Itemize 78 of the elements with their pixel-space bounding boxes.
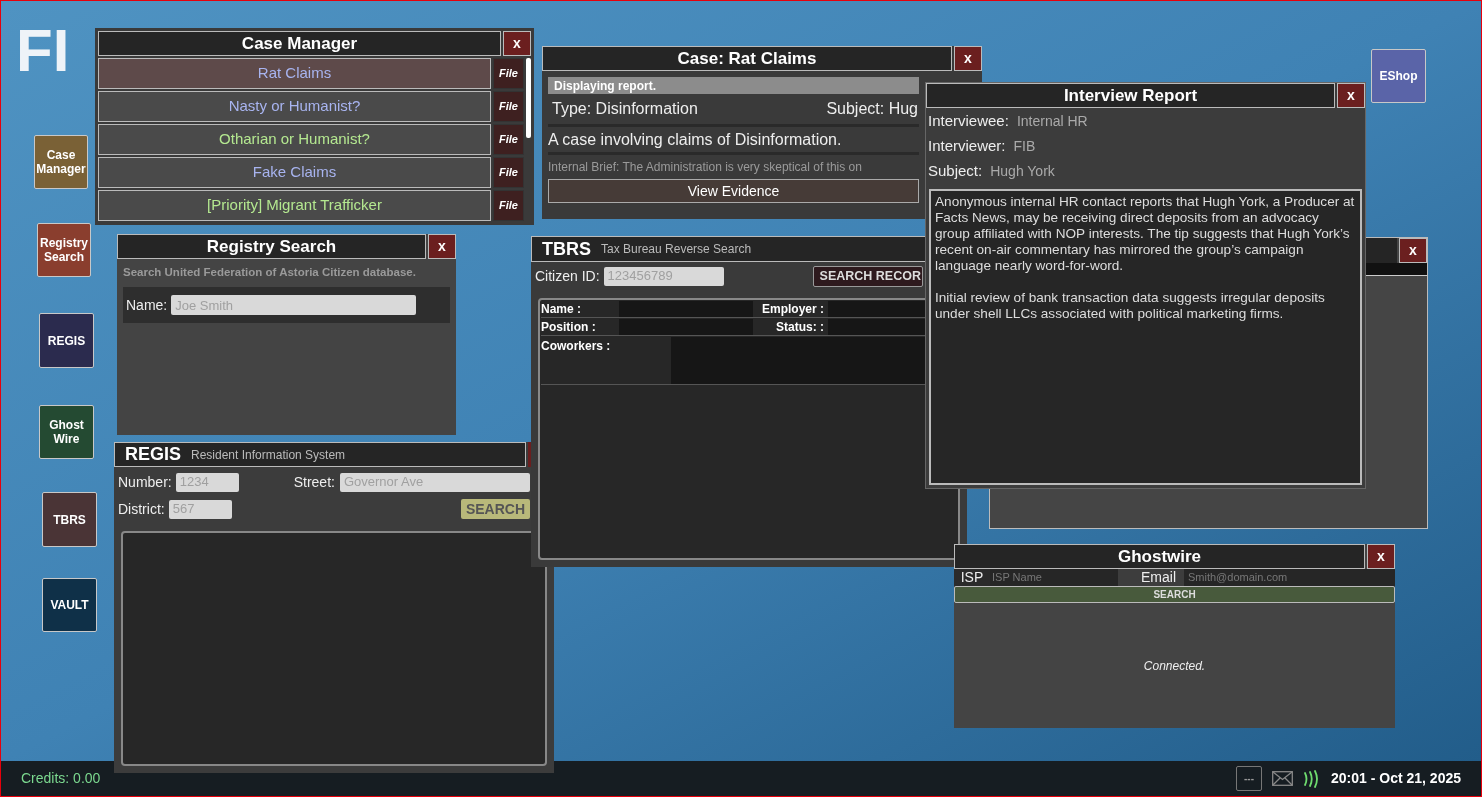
- input-field[interactable]: 123456789: [603, 266, 724, 286]
- desktop-app-icon[interactable]: Ghost Wire: [39, 405, 94, 459]
- case-list-item[interactable]: Nasty or Humanist?: [228, 95, 361, 118]
- close-button[interactable]: x: [503, 31, 531, 56]
- view-evidence-button[interactable]: View Evidence: [548, 179, 919, 203]
- field-label: Subject:: [928, 161, 983, 182]
- case-subject: Subject: Hug: [826, 99, 918, 119]
- file-button[interactable]: File: [493, 124, 524, 155]
- window-title: Interview Report: [926, 83, 1335, 108]
- window-title: Registry Search: [117, 234, 426, 259]
- close-button[interactable]: x: [1337, 83, 1365, 108]
- field-label: Street:: [293, 472, 335, 492]
- case-list-item[interactable]: Rat Claims: [257, 62, 332, 85]
- scrollbar[interactable]: [526, 58, 531, 138]
- input-field[interactable]: 567: [168, 499, 232, 519]
- window-title: TBRS: [542, 237, 591, 261]
- input-field[interactable]: ISP Name: [990, 569, 1118, 586]
- field-value: Internal HR: [1016, 112, 1088, 131]
- window-subtitle: Tax Bureau Reverse Search: [601, 241, 752, 258]
- case-list-item[interactable]: Otharian or Humanist?: [219, 128, 370, 151]
- more-button[interactable]: ---: [1236, 766, 1262, 791]
- field-label: Number:: [118, 472, 172, 492]
- desktop-app-icon[interactable]: EShop: [1371, 49, 1426, 103]
- input-field[interactable]: Governor Ave: [339, 472, 530, 492]
- field-label: ISP: [954, 569, 990, 586]
- window-title: Ghostwire: [954, 544, 1365, 569]
- field-label: Email: [1118, 569, 1184, 586]
- input-field[interactable]: 1234: [175, 472, 239, 492]
- record-label: Coworkers :: [541, 338, 612, 355]
- connection-status: Connected.: [1143, 657, 1206, 675]
- close-button[interactable]: [528, 442, 531, 467]
- window-title: Case Manager: [98, 31, 501, 56]
- signal-icon: [1303, 769, 1321, 788]
- case-type: Type: Disinformation: [552, 99, 698, 119]
- search-button[interactable]: SEARCH: [461, 499, 530, 519]
- search-records-button[interactable]: SEARCH RECOR: [812, 265, 923, 287]
- report-paragraph: Anonymous internal HR contact reports that Hugh York, a Producer at Facts News, may be receiving direct deposits from an advocacy group affiliated with NOP interests. The tip suggests that Hugh York’s recent on-air commentary has mirrored the group’s campaign language nearly word-for-word.: [935, 194, 1356, 274]
- window-title: REGIS: [125, 443, 181, 466]
- clock: 20:01 - Oct 21, 2025: [1331, 769, 1461, 788]
- desktop-app-icon[interactable]: Case Manager: [34, 135, 88, 189]
- record-label: Employer :: [761, 301, 825, 317]
- case-list-item[interactable]: Fake Claims: [252, 161, 337, 184]
- file-button[interactable]: File: [493, 157, 524, 188]
- desktop-app-icon[interactable]: REGIS: [39, 313, 94, 368]
- input-field[interactable]: Smith@domain.com: [1184, 569, 1395, 586]
- field-value: FIB: [1013, 137, 1036, 156]
- logo: FI: [16, 21, 70, 81]
- record-label: Name :: [541, 301, 582, 317]
- file-button[interactable]: File: [493, 91, 524, 122]
- record-label: Status: :: [775, 319, 825, 335]
- search-button[interactable]: SEARCH: [954, 586, 1395, 603]
- desktop-app-icon[interactable]: VAULT: [42, 578, 97, 632]
- close-button[interactable]: x: [1399, 238, 1427, 263]
- field-label: Interviewee:: [928, 111, 1009, 132]
- desktop-app-icon[interactable]: Registry Search: [37, 223, 91, 277]
- internal-brief: Internal Brief: The Administration is very skeptical of this on: [548, 159, 863, 176]
- window-subtitle: Resident Information System: [191, 446, 346, 464]
- field-value: Hugh York: [990, 162, 1055, 181]
- case-list-item[interactable]: [Priority] Migrant Trafficker: [207, 194, 382, 217]
- field-label: Interviewer:: [928, 136, 1006, 157]
- desktop-app-icon[interactable]: TBRS: [42, 492, 97, 547]
- file-button[interactable]: File: [493, 190, 524, 221]
- record-label: Position :: [541, 319, 597, 335]
- case-description: A case involving claims of Disinformation.: [548, 127, 919, 155]
- close-button[interactable]: x: [428, 234, 456, 259]
- file-button[interactable]: File: [493, 58, 524, 89]
- report-paragraph: Initial review of bank transaction data suggests irregular deposits under shell LLCs associated with political marketing firms.: [935, 290, 1326, 322]
- field-label: Name:: [126, 295, 168, 315]
- search-hint: Search United Federation of Astoria Citizen database.: [122, 265, 417, 280]
- field-label: Citizen ID:: [535, 266, 600, 286]
- window-title: Case: Rat Claims: [542, 46, 952, 71]
- field-label: District:: [118, 499, 165, 519]
- mail-icon[interactable]: [1272, 771, 1293, 786]
- input-field[interactable]: Joe Smith: [171, 295, 417, 316]
- close-button[interactable]: x: [954, 46, 982, 71]
- close-button[interactable]: x: [1367, 544, 1395, 569]
- status-bar: Displaying report.: [548, 77, 919, 94]
- credits-balance: Credits: 0.00: [21, 769, 101, 788]
